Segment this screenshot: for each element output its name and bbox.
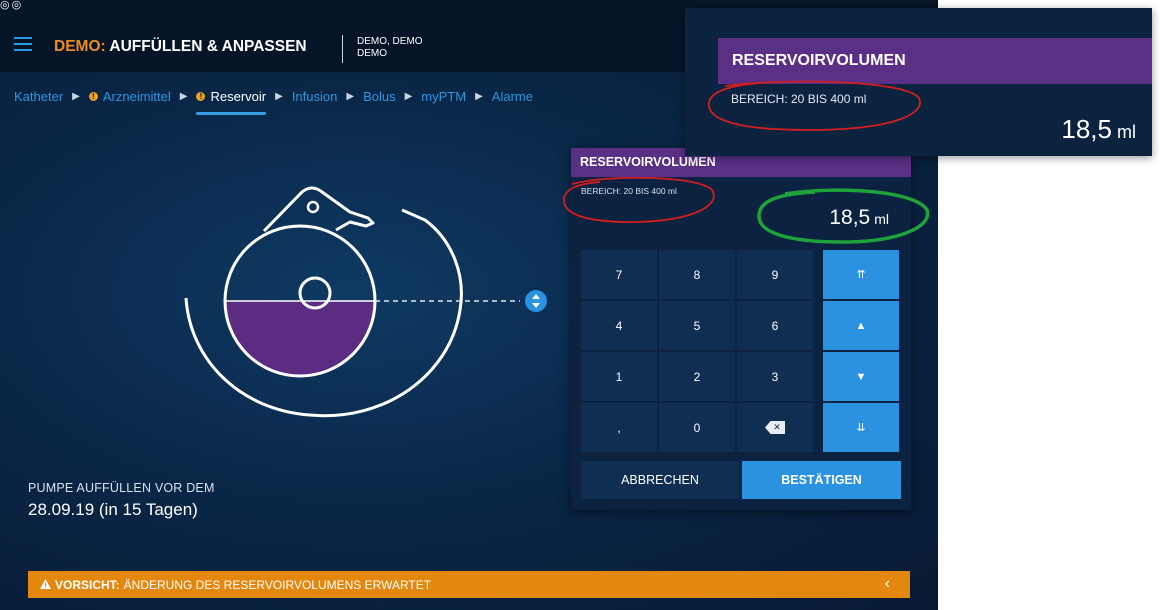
key-3[interactable]: 3 [737, 352, 813, 401]
key-7[interactable]: 7 [581, 250, 657, 299]
breadcrumb-separator-icon: ▶ [475, 90, 483, 102]
volume-value: 18,5 [829, 206, 871, 229]
zoom-volume-value: 18,5 [1061, 114, 1112, 144]
key-2[interactable]: 2 [659, 352, 735, 401]
refill-date: 28.09.19 (in 15 Tagen) [28, 500, 198, 519]
warning-dot-icon: ! [196, 91, 206, 101]
status-icons: ◎◎ [0, 0, 24, 11]
breadcrumb-item-katheter[interactable]: Katheter [14, 89, 63, 104]
zoom-inset: RESERVOIRVOLUMEN BEREICH: 20 BIS 400 ml … [685, 8, 1152, 156]
title-main: AUFFÜLLEN & ANPASSEN [105, 38, 307, 55]
breadcrumb-label: Katheter [14, 88, 64, 104]
breadcrumb-item-myptm[interactable]: myPTM [421, 89, 466, 104]
page-title: DEMO: AUFFÜLLEN & ANPASSEN [54, 38, 307, 56]
breadcrumb-item-arzneimittel[interactable]: ! Arzneimittel [88, 88, 171, 104]
warning-banner[interactable]: VORSICHT: ÄNDERUNG DES RESERVOIRVOLUMENS… [28, 571, 910, 598]
range-hint: BEREICH: 20 BIS 400 ml [581, 186, 677, 196]
breadcrumb-label: myPTM [421, 88, 467, 104]
breadcrumb-item-reservoir[interactable]: ! Reservoir [196, 88, 267, 115]
reservoir-volume-dialog: RESERVOIRVOLUMEN BEREICH: 20 BIS 400 ml … [571, 148, 911, 510]
zoom-volume-display: 18,5 ml [1061, 114, 1136, 145]
active-tab-underline [196, 111, 267, 115]
breadcrumb-label: Infusion [291, 88, 338, 104]
title-divider [342, 35, 343, 63]
zoom-title: RESERVOIRVOLUMEN [718, 38, 1152, 84]
patient-info: DEMO, DEMO DEMO [357, 36, 423, 60]
volume-value-display[interactable]: 18,5 ml [829, 206, 889, 230]
pump-diagram [184, 186, 547, 418]
warning-message: ÄNDERUNG DES RESERVOIRVOLUMENS ERWARTET [123, 577, 432, 592]
chevron-left-icon[interactable]: ‹ [885, 575, 890, 593]
breadcrumb-separator-icon: ▶ [72, 90, 80, 102]
port-hole [306, 200, 320, 214]
key-6[interactable]: 6 [737, 301, 813, 350]
key-comma[interactable]: , [581, 403, 657, 452]
patient-id: DEMO [357, 48, 387, 59]
warning-triangle-icon [40, 578, 51, 592]
confirm-button[interactable]: BESTÄTIGEN [742, 461, 901, 499]
key-4[interactable]: 4 [581, 301, 657, 350]
up-down-arrow-icon[interactable] [525, 290, 547, 312]
menu-icon[interactable] [14, 37, 32, 55]
step-up-large-button[interactable]: ⇈ [823, 250, 899, 299]
refill-label: PUMPE AUFFÜLLEN VOR DEM [28, 481, 215, 495]
key-9[interactable]: 9 [737, 250, 813, 299]
breadcrumb-item-bolus[interactable]: Bolus [363, 89, 396, 104]
key-8[interactable]: 8 [659, 250, 735, 299]
title-prefix: DEMO: [54, 38, 106, 55]
breadcrumb-label: Alarme [491, 88, 533, 104]
breadcrumb-label: Arzneimittel [102, 88, 171, 104]
zoom-range-hint: BEREICH: 20 BIS 400 ml [731, 92, 867, 106]
breadcrumb-separator-icon: ▶ [346, 90, 355, 102]
zoom-volume-unit: ml [1117, 122, 1136, 142]
breadcrumb-label: Reservoir [210, 88, 267, 104]
backspace-icon: ✕ [765, 421, 785, 434]
step-up-button[interactable]: ▲ [823, 301, 899, 350]
breadcrumb-separator-icon: ▶ [179, 90, 188, 102]
step-down-large-button[interactable]: ⇊ [823, 403, 899, 452]
step-down-button[interactable]: ▼ [823, 352, 899, 401]
cancel-button[interactable]: ABBRECHEN [581, 461, 739, 499]
breadcrumb-separator-icon: ▶ [404, 90, 413, 102]
key-0[interactable]: 0 [659, 403, 735, 452]
volume-unit: ml [874, 211, 889, 227]
warning-label: VORSICHT: [55, 577, 120, 592]
breadcrumb-item-alarme[interactable]: Alarme [492, 89, 533, 104]
breadcrumb-item-infusion[interactable]: Infusion [292, 89, 338, 104]
warning-dot-icon: ! [88, 91, 98, 101]
patient-name: DEMO, DEMO [357, 36, 423, 47]
backspace-button[interactable]: ✕ [737, 403, 813, 452]
breadcrumb-separator-icon: ▶ [275, 90, 283, 102]
key-1[interactable]: 1 [581, 352, 657, 401]
breadcrumb-label: Bolus [363, 88, 396, 104]
breadcrumb: Katheter ▶! Arzneimittel ▶! Reservoir ▶ Infusi… [14, 86, 533, 115]
key-5[interactable]: 5 [659, 301, 735, 350]
red-annotation-ellipse-zoom [708, 80, 921, 131]
